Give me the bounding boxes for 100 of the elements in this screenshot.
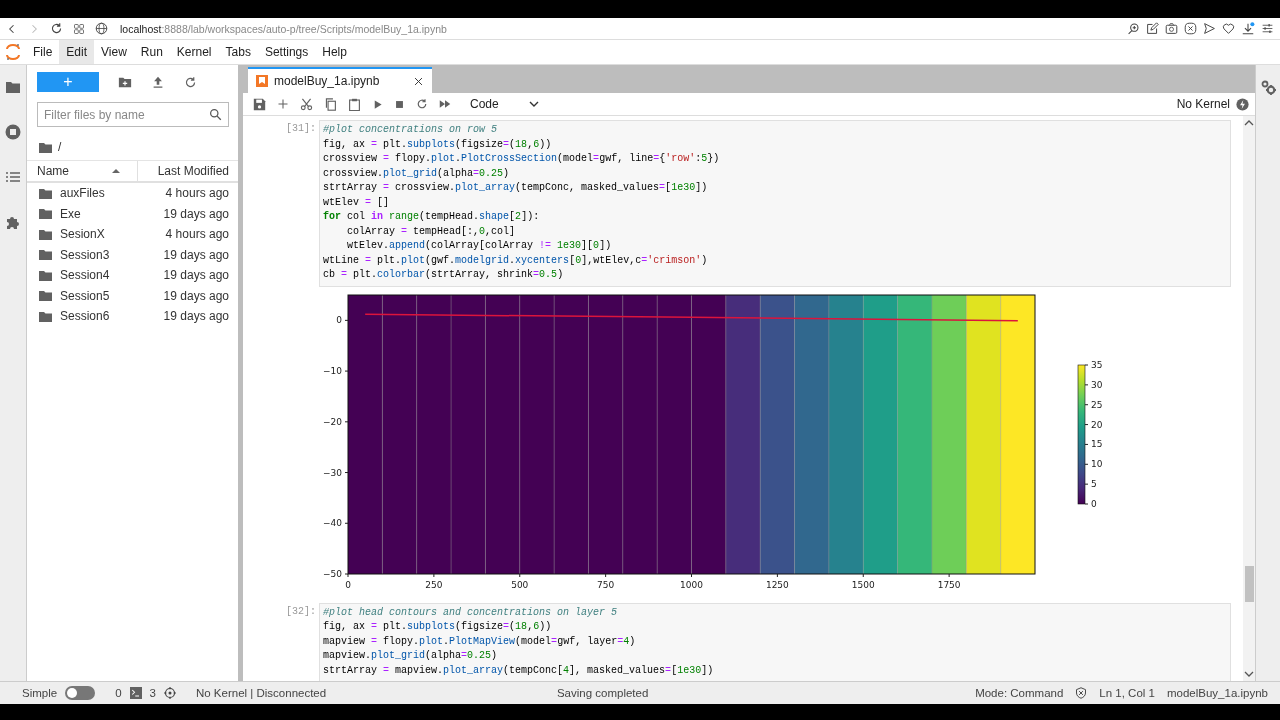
- stop-icon[interactable]: [394, 98, 405, 110]
- file-name[interactable]: auxFiles: [60, 186, 158, 201]
- mode-label: Simple: [22, 687, 58, 699]
- url-field[interactable]: localhost:8888/lab/workspaces/auto-p/tree/Scripts/modelBuy_1a.ipynb: [120, 22, 447, 35]
- list-icon[interactable]: [5, 169, 21, 185]
- file-name[interactable]: Exe: [60, 206, 156, 221]
- kernel-icon[interactable]: [163, 687, 176, 699]
- file-name[interactable]: Session5: [60, 288, 156, 303]
- edit-icon[interactable]: [1146, 22, 1159, 35]
- folder-icon: [39, 228, 52, 240]
- code-line: fig, ax = plt.subplots(figsize=(18,6)): [323, 620, 552, 634]
- notebook-tab[interactable]: modelBuy_1a.ipynb: [248, 67, 432, 93]
- modified-time: 19 days ago: [163, 247, 229, 262]
- folder-icon[interactable]: [39, 141, 52, 153]
- sliders-icon[interactable]: [1261, 22, 1274, 35]
- fast-forward-icon[interactable]: [439, 98, 451, 110]
- folder-icon: [39, 310, 52, 322]
- reload-icon[interactable]: [50, 22, 63, 35]
- colorbar-tick-label: 0: [1091, 498, 1097, 509]
- notebook-icon: [256, 75, 268, 87]
- axis-tick-label: 1750: [937, 579, 961, 590]
- column-header[interactable]: Last Modified: [138, 164, 238, 178]
- terminal-icon[interactable]: [129, 687, 142, 699]
- logo-icon[interactable]: [6, 43, 20, 61]
- puzzle-icon[interactable]: [5, 214, 21, 230]
- shield-icon[interactable]: [1075, 687, 1088, 699]
- folder-icon: [39, 187, 52, 199]
- modified-time: 19 days ago: [163, 309, 229, 324]
- file-name: modelBuy_1a.ipynb: [1166, 687, 1268, 699]
- folder-icon: [39, 269, 52, 281]
- run-icon[interactable]: [372, 98, 383, 110]
- axis-tick-label: 1500: [851, 579, 875, 590]
- code-line: wtLine = plt.plot(gwf.modelgrid.xycenters[0],wtElev,c='crimson'): [323, 253, 708, 268]
- axis-tick-label: 500: [511, 579, 529, 590]
- send-icon[interactable]: [1203, 22, 1216, 35]
- kernel-count: 3: [149, 687, 156, 699]
- scissors-icon[interactable]: [300, 97, 313, 111]
- column-header[interactable]: Name: [37, 164, 69, 178]
- plus-icon[interactable]: [277, 98, 289, 110]
- status-message: Saving completed: [556, 687, 649, 699]
- menu-item[interactable]: File: [26, 40, 60, 64]
- close-icon[interactable]: [413, 75, 424, 87]
- menu-item[interactable]: Kernel: [169, 40, 219, 64]
- scroll-down-icon[interactable]: [1244, 670, 1254, 678]
- download-icon[interactable]: [1241, 21, 1255, 36]
- simple-toggle[interactable]: [65, 686, 96, 700]
- code-cell[interactable]: [319, 120, 1231, 287]
- code-line: for col in range(tempHead.shape[2]):: [323, 210, 540, 224]
- gears-icon[interactable]: [1260, 80, 1276, 96]
- cell-prompt: [32]:: [285, 604, 317, 619]
- save-icon[interactable]: [253, 97, 266, 111]
- paste-icon[interactable]: [348, 97, 361, 111]
- code-line: fig, ax = plt.subplots(figsize=(18,6)): [323, 137, 552, 152]
- file-name[interactable]: SesionX: [60, 227, 158, 242]
- menu-item[interactable]: View: [94, 40, 134, 64]
- apps-grid-icon[interactable]: [73, 22, 85, 35]
- copy-icon[interactable]: [324, 97, 337, 111]
- file-name[interactable]: Session6: [60, 309, 156, 324]
- breadcrumb[interactable]: /: [58, 140, 62, 154]
- terminal-count: 0: [115, 687, 122, 699]
- restart-icon[interactable]: [416, 98, 428, 110]
- axis-tick-label: −50: [323, 568, 342, 579]
- stop-circle-icon[interactable]: [5, 124, 21, 140]
- code-line: crossview = flopy.plot.PlotCrossSection(model=gwf, line={'row':5}): [323, 152, 720, 166]
- menu-item[interactable]: Run: [133, 40, 170, 64]
- zoom-icon[interactable]: [1127, 22, 1140, 35]
- refresh-icon[interactable]: [184, 75, 197, 89]
- colorbar-tick-label: 15: [1091, 438, 1103, 449]
- menu-item[interactable]: Help: [315, 40, 354, 64]
- code-line: cb = plt.colorbar(strtArray, shrink=0.5): [323, 268, 564, 282]
- kernel-status-icon[interactable]: [1236, 97, 1249, 111]
- kernel-name[interactable]: No Kernel: [1176, 97, 1230, 111]
- kernel-status[interactable]: No Kernel | Disconnected: [195, 687, 327, 699]
- axis-tick-label: −20: [323, 416, 342, 427]
- menu-item[interactable]: Tabs: [218, 40, 258, 64]
- menu-item[interactable]: Settings: [257, 40, 316, 64]
- axis-tick-label: −30: [323, 467, 342, 478]
- scroll-up-icon[interactable]: [1244, 119, 1254, 127]
- colorbar-tick-label: 10: [1091, 458, 1103, 469]
- code-cell[interactable]: [319, 602, 1231, 681]
- camera-icon[interactable]: [1165, 22, 1178, 35]
- sort-icon[interactable]: [111, 167, 121, 175]
- menu-item[interactable]: Edit: [59, 40, 95, 64]
- new-folder-icon[interactable]: [118, 75, 132, 89]
- cell-prompt: [31]:: [285, 122, 317, 136]
- chevron-icon: [528, 100, 539, 108]
- search-icon[interactable]: [209, 108, 222, 121]
- modified-time: 4 hours ago: [165, 186, 229, 201]
- colorbar-tick-label: 5: [1091, 478, 1097, 489]
- folder-icon[interactable]: [5, 79, 21, 95]
- file-name[interactable]: Session3: [60, 247, 156, 262]
- upload-icon[interactable]: [151, 75, 165, 89]
- scrollbar-thumb[interactable]: [1244, 566, 1254, 602]
- cell-type-dropdown[interactable]: Code: [462, 97, 539, 111]
- globe-icon[interactable]: [95, 22, 108, 35]
- heart-icon[interactable]: [1222, 22, 1235, 35]
- code-line: wtElev.append(colArray[colArray != 1e30][0]): [346, 239, 612, 253]
- code-line: wtElev = []: [323, 195, 390, 210]
- filter-field[interactable]: Filter files by name: [37, 102, 229, 127]
- file-name[interactable]: Session4: [60, 268, 156, 283]
